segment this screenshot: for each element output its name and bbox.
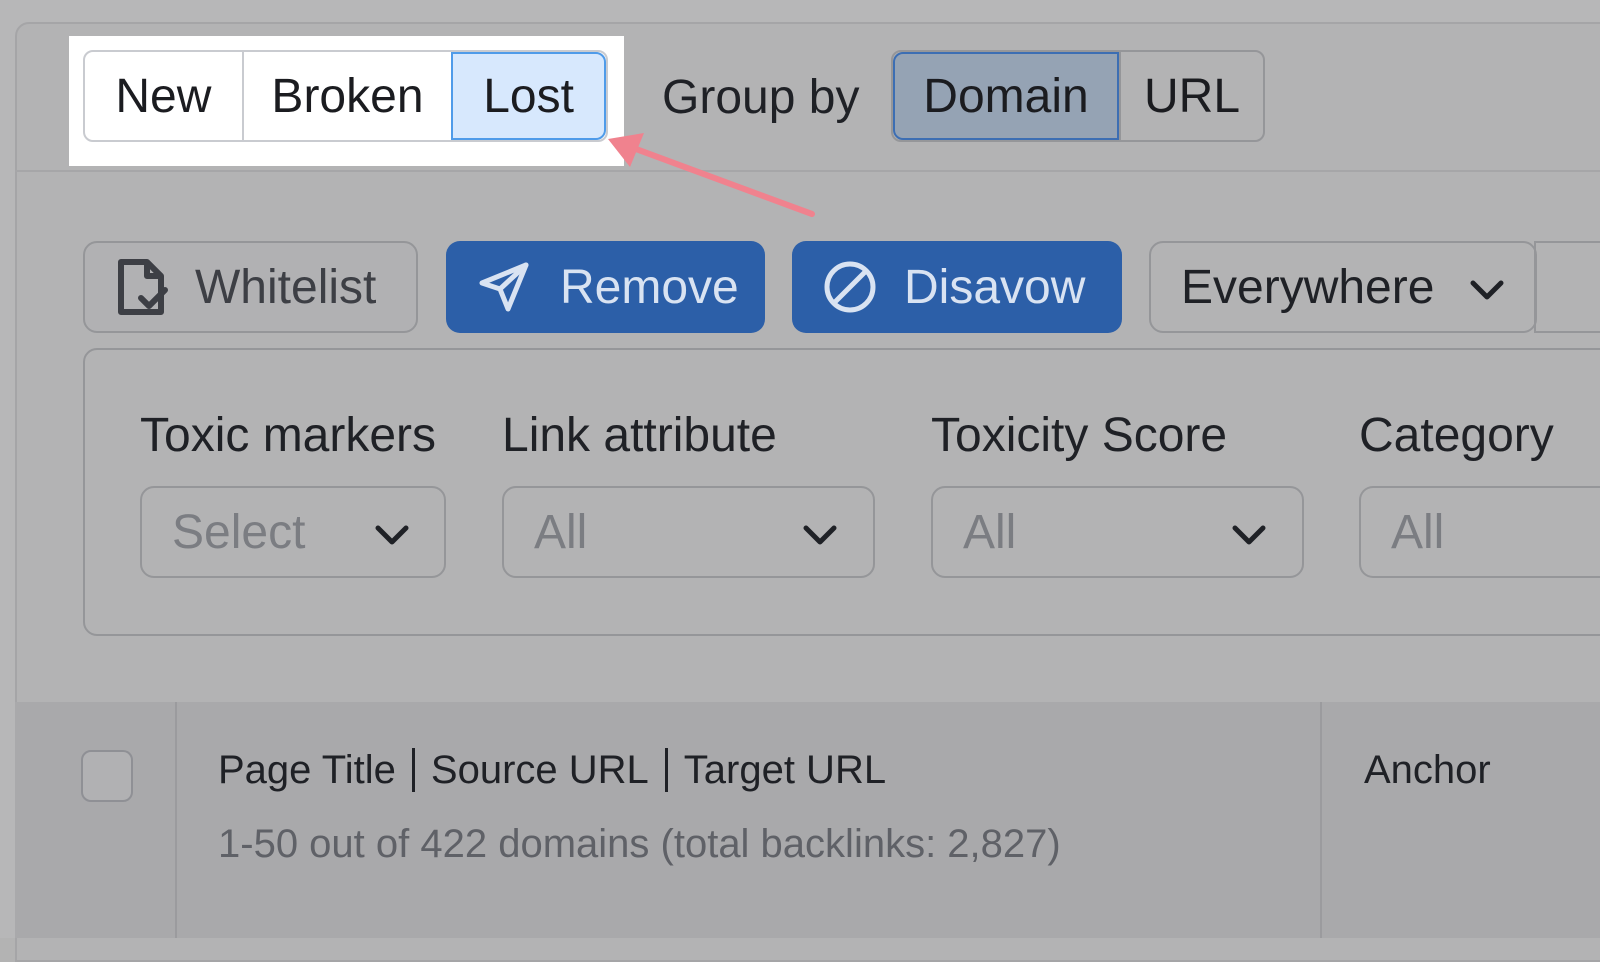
chevron-down-icon (803, 525, 837, 545)
group-by-url-option[interactable]: URL (1119, 52, 1263, 140)
link-attribute-label: Link attribute (502, 409, 777, 462)
annotation-arrow (608, 133, 815, 217)
send-icon (476, 261, 532, 313)
category-select[interactable]: All (1359, 486, 1600, 578)
anchor-column-header[interactable]: Anchor (1364, 748, 1491, 793)
group-by-toggle: Domain URL (891, 50, 1265, 142)
scope-value: Everywhere (1181, 260, 1435, 314)
source-url-header[interactable]: Source URL (431, 748, 649, 792)
toxic-markers-select[interactable]: Select (140, 486, 446, 578)
toxicity-score-value: All (963, 505, 1017, 559)
chevron-down-icon (1470, 280, 1504, 300)
status-tabs: New Broken Lost (83, 50, 608, 142)
disavow-button[interactable]: Disavow (792, 241, 1122, 333)
target-url-header[interactable]: Target URL (684, 748, 886, 792)
chevron-down-icon (1232, 525, 1266, 545)
group-by-label: Group by (662, 71, 860, 124)
page-title-column-header[interactable]: Page Title Source URL Target URL (218, 748, 886, 794)
more-actions-button[interactable] (1534, 241, 1600, 333)
toxicity-score-select[interactable]: All (931, 486, 1304, 578)
prohibited-icon (822, 260, 878, 314)
whitelist-button[interactable]: Whitelist (83, 241, 418, 333)
remove-label: Remove (560, 260, 739, 314)
table-header (15, 702, 1600, 938)
tab-new[interactable]: New (85, 52, 242, 140)
toxic-markers-label: Toxic markers (140, 409, 437, 462)
tab-lost[interactable]: Lost (451, 52, 606, 140)
scope-dropdown[interactable]: Everywhere (1149, 241, 1537, 333)
disavow-label: Disavow (904, 260, 1086, 314)
category-label: Category (1359, 409, 1554, 462)
link-attribute-select[interactable]: All (502, 486, 875, 578)
header-separator (411, 748, 415, 793)
column-divider (1320, 702, 1322, 938)
select-all-checkbox[interactable] (81, 750, 133, 802)
link-attribute-value: All (534, 505, 588, 559)
group-by-domain-option[interactable]: Domain (893, 52, 1119, 140)
page-title-header[interactable]: Page Title (218, 748, 396, 792)
column-divider (175, 702, 177, 938)
toxicity-score-label: Toxicity Score (931, 409, 1228, 462)
whitelist-label: Whitelist (195, 260, 377, 314)
document-check-icon (115, 257, 171, 317)
chevron-down-icon (375, 525, 409, 545)
header-separator (664, 748, 668, 793)
category-value: All (1391, 505, 1445, 559)
tab-broken[interactable]: Broken (241, 52, 451, 140)
results-summary: 1-50 out of 422 domains (total backlinks… (218, 822, 1061, 866)
toxic-markers-value: Select (172, 505, 306, 559)
remove-button[interactable]: Remove (446, 241, 765, 333)
